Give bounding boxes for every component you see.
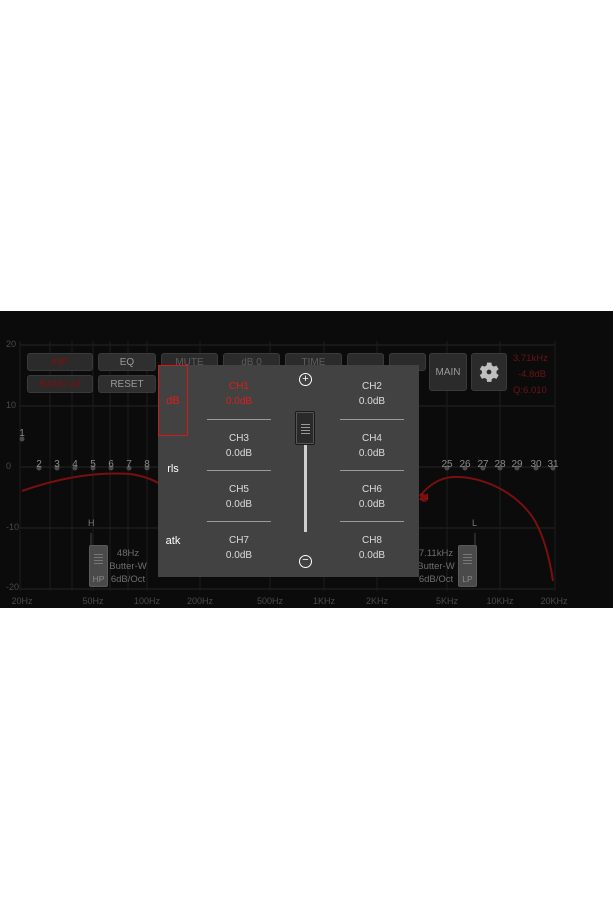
channel-name: CH8 — [361, 535, 382, 546]
x-label: 2KHz — [365, 596, 389, 606]
eq-bypass-button[interactable]: EQ BYPASS — [98, 353, 156, 386]
y-label-20: 20 — [6, 339, 17, 349]
channel-name: CH5 — [228, 484, 249, 495]
x-label: 5KHz — [435, 596, 459, 606]
tab-db[interactable]: dB — [158, 365, 188, 436]
x-label: 200Hz — [186, 596, 214, 606]
band-button[interactable]: BAND 24 — [27, 375, 93, 393]
band-number[interactable]: 31 — [547, 459, 558, 470]
band-number-selected[interactable]: 24 — [419, 492, 429, 502]
channel-name: CH4 — [361, 433, 382, 444]
hp-marker: H — [88, 518, 95, 528]
band-number[interactable]: 2 — [36, 459, 42, 470]
divider — [340, 419, 404, 420]
divider — [207, 521, 271, 522]
band-number[interactable]: 5 — [90, 459, 96, 470]
channel-name: CH6 — [361, 484, 382, 495]
channel-value: 0.0dB — [358, 550, 386, 561]
x-label: 20Hz — [11, 596, 33, 606]
hp-knob-label: HP — [92, 574, 105, 584]
channel-ch1[interactable]: CH1 0.0dB — [207, 379, 271, 409]
band-number[interactable]: 4 — [72, 459, 78, 470]
q-readout: Q:6.010 — [513, 385, 547, 396]
x-label: 1KHz — [312, 596, 336, 606]
divider — [207, 419, 271, 420]
x-label: 20KHz — [540, 596, 568, 606]
lp-knob-label: LP — [462, 574, 473, 584]
channel-name: CH2 — [361, 381, 382, 392]
channel-ch4[interactable]: CH4 0.0dB — [340, 431, 404, 461]
lp-marker: L — [472, 518, 478, 528]
band-number[interactable]: 28 — [494, 459, 505, 470]
channel-value: 0.0dB — [225, 499, 253, 510]
settings-button[interactable] — [471, 353, 507, 391]
y-label-10: 10 — [6, 400, 17, 410]
hp-filter-knob[interactable]: HP — [89, 545, 108, 587]
divider — [340, 470, 404, 471]
channel-ch3[interactable]: CH3 0.0dB — [207, 431, 271, 461]
band-number[interactable]: 25 — [441, 459, 452, 470]
band-number[interactable]: 30 — [530, 459, 541, 470]
channel-value: 0.0dB — [225, 396, 253, 407]
plus-circle-icon[interactable]: + — [299, 373, 312, 386]
reset-button[interactable]: RESET — [98, 375, 156, 393]
gain-readout: -4.8dB — [518, 369, 546, 380]
band-number[interactable]: 7 — [126, 459, 132, 470]
x-label: 10KHz — [486, 596, 514, 606]
y-label-minus-10: -10 — [6, 522, 20, 532]
channel-value: 0.0dB — [225, 448, 253, 459]
tab-rls[interactable]: rls — [158, 463, 188, 475]
channel-ch6[interactable]: CH6 0.0dB — [340, 482, 404, 512]
main-button[interactable]: MAIN — [429, 353, 467, 391]
band-number[interactable]: 26 — [459, 459, 470, 470]
input-button[interactable]: INP — [27, 353, 93, 371]
frequency-readout: 3.71kHz — [513, 353, 548, 364]
band-number[interactable]: 3 — [54, 459, 60, 470]
x-label: 100Hz — [133, 596, 161, 606]
minus-circle-icon[interactable]: − — [299, 555, 312, 568]
divider — [207, 470, 271, 471]
gain-fader-handle[interactable] — [295, 411, 315, 445]
band-number[interactable]: 29 — [511, 459, 522, 470]
channel-ch2[interactable]: CH2 0.0dB — [340, 379, 404, 409]
band-number[interactable]: 6 — [108, 459, 114, 470]
channel-value: 0.0dB — [358, 448, 386, 459]
lp-type: Butter-W — [417, 561, 455, 572]
band-number[interactable]: 27 — [477, 459, 488, 470]
channel-ch8[interactable]: CH8 0.0dB — [340, 533, 404, 563]
tab-atk[interactable]: atk — [158, 535, 188, 547]
lp-filter-knob[interactable]: LP — [458, 545, 477, 587]
channel-name: CH3 — [228, 433, 249, 444]
channel-gain-panel: dB rls atk CH1 0.0dB CH3 0.0dB CH5 0.0dB… — [158, 365, 419, 577]
hp-slope: 6dB/Oct — [110, 574, 146, 585]
hp-filter-info[interactable]: 48Hz Butter-W 6dB/Oct — [108, 547, 148, 586]
channel-name: CH7 — [228, 535, 249, 546]
band-number[interactable]: 8 — [144, 459, 150, 470]
x-label: 50Hz — [82, 596, 104, 606]
divider — [340, 521, 404, 522]
channel-name: CH1 — [228, 381, 249, 392]
lp-slope: 6dB/Oct — [418, 574, 454, 585]
y-label-0: 0 — [6, 461, 12, 471]
channel-value: 0.0dB — [358, 396, 386, 407]
lp-filter-info[interactable]: 7.11kHz Butter-W 6dB/Oct — [414, 547, 458, 586]
channel-ch5[interactable]: CH5 0.0dB — [207, 482, 271, 512]
lp-frequency: 7.11kHz — [418, 548, 454, 559]
y-label-minus-20: -20 — [6, 582, 20, 592]
hp-frequency: 48Hz — [116, 548, 140, 559]
gear-icon — [479, 362, 499, 382]
channel-ch7[interactable]: CH7 0.0dB — [207, 533, 271, 563]
x-label: 500Hz — [256, 596, 284, 606]
band-number[interactable]: 1 — [19, 428, 25, 439]
hp-type: Butter-W — [109, 561, 147, 572]
channel-value: 0.0dB — [225, 550, 253, 561]
channel-value: 0.0dB — [358, 499, 386, 510]
